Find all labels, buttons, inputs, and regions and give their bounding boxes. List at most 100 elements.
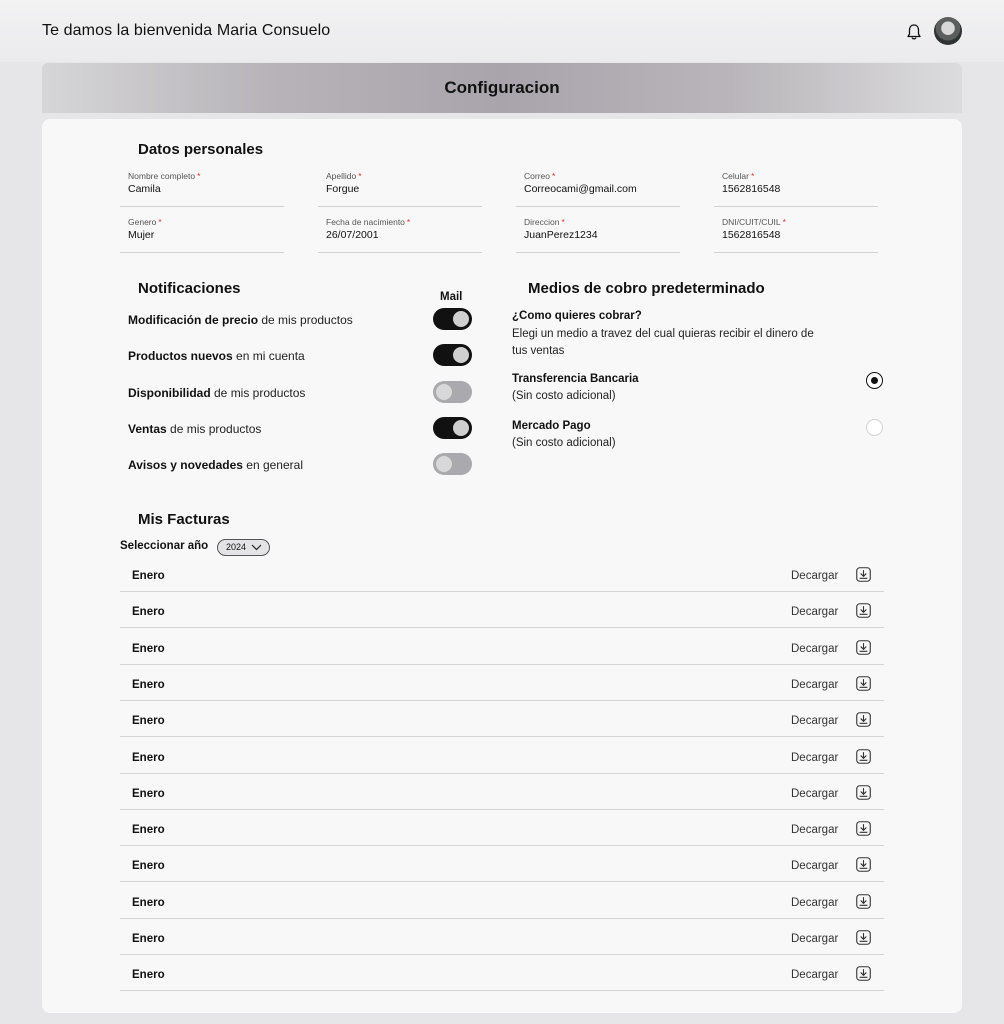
download-link[interactable]: Decargar — [791, 860, 838, 872]
field-label: Direccion * — [524, 217, 565, 227]
payment-title: Medios de cobro predeterminado — [528, 280, 765, 297]
year-value: 2024 — [226, 542, 247, 552]
field-input[interactable] — [128, 183, 278, 195]
payment-question: ¿Como quieres cobrar? — [512, 310, 642, 322]
download-icon[interactable] — [856, 567, 871, 582]
payment-option-cost: (Sin costo adicional) — [512, 437, 616, 449]
invoice-row: Enero Decargar — [120, 810, 884, 847]
year-select[interactable]: 2024 — [217, 539, 270, 556]
notification-label: Productos nuevos en mi cuenta — [128, 349, 305, 364]
invoice-row: Enero Decargar — [120, 629, 884, 665]
field-input[interactable] — [524, 183, 674, 195]
download-link[interactable]: Decargar — [791, 606, 838, 618]
invoice-row: Enero Decargar — [120, 919, 884, 955]
invoice-month: Enero — [132, 860, 165, 873]
invoice-row: Enero Decargar — [120, 665, 884, 701]
field-input[interactable] — [722, 229, 872, 241]
welcome-message: Te damos la bienvenida Maria Consuelo — [42, 22, 331, 39]
notification-label: Ventas de mis productos — [128, 421, 262, 436]
download-icon[interactable] — [856, 748, 871, 764]
download-icon[interactable] — [856, 893, 871, 909]
gender-field[interactable]: Genero * — [120, 217, 284, 253]
download-icon[interactable] — [856, 784, 871, 800]
download-link[interactable]: Decargar — [791, 752, 838, 764]
invoice-month: Enero — [132, 715, 165, 728]
download-link[interactable]: Decargar — [791, 824, 838, 836]
download-link[interactable]: Decargar — [791, 715, 838, 727]
download-icon[interactable] — [856, 603, 871, 619]
phone-field[interactable]: Celular * — [714, 171, 878, 207]
download-icon[interactable] — [856, 966, 871, 982]
invoice-month: Enero — [132, 933, 165, 945]
invoice-month: Enero — [132, 787, 165, 800]
id-number-field[interactable]: DNI/CUIT/CUIL * — [714, 217, 878, 253]
download-link[interactable]: Decargar — [791, 643, 838, 655]
field-label: Nombre completo * — [128, 171, 201, 181]
invoice-month: Enero — [132, 896, 165, 909]
field-input[interactable] — [128, 229, 278, 241]
invoice-month: Enero — [132, 969, 165, 982]
chevron-down-icon — [251, 544, 262, 551]
notification-toggle[interactable] — [433, 416, 472, 439]
download-link[interactable]: Decargar — [791, 788, 838, 800]
toggle-knob — [436, 456, 452, 473]
notification-toggle[interactable] — [433, 453, 472, 476]
download-link[interactable]: Decargar — [791, 969, 838, 981]
invoice-row: Enero Decargar — [120, 955, 884, 992]
invoice-row: Enero Decargar — [120, 883, 884, 919]
payment-option-radio[interactable] — [866, 419, 883, 436]
address-field[interactable]: Direccion * — [516, 217, 680, 253]
notification-toggle[interactable] — [433, 380, 472, 403]
payment-option-name: Mercado Pago — [512, 420, 591, 432]
toggle-knob — [453, 311, 469, 327]
notification-toggle[interactable] — [433, 344, 472, 367]
user-avatar[interactable] — [934, 17, 962, 45]
download-icon[interactable] — [856, 676, 871, 691]
download-link[interactable]: Decargar — [791, 679, 838, 691]
field-label: Correo * — [524, 171, 556, 181]
field-input[interactable] — [326, 183, 476, 195]
notification-label: Avisos y novedades en general — [128, 458, 303, 473]
invoice-month: Enero — [132, 606, 165, 619]
notification-toggle[interactable] — [433, 308, 472, 330]
mail-column-label: Mail — [440, 291, 463, 303]
payment-option-name: Transferencia Bancaria — [512, 373, 639, 385]
last-name-field[interactable]: Apellido * — [318, 171, 482, 207]
year-label: Seleccionar año — [120, 540, 209, 552]
notification-label: Disponibilidad de mis productos — [128, 385, 306, 400]
invoice-month: Enero — [132, 751, 165, 764]
field-label: Genero * — [128, 217, 162, 227]
field-label: Fecha de nacimiento * — [326, 217, 411, 227]
download-icon[interactable] — [856, 857, 871, 873]
invoice-row: Enero Decargar — [120, 592, 884, 629]
radio-dot — [870, 376, 878, 384]
invoice-month: Enero — [132, 570, 165, 582]
payment-option-cost: (Sin costo adicional) — [512, 390, 616, 402]
payment-description: Elegi un medio a travez del cual quieras… — [512, 328, 814, 357]
invoice-month: Enero — [132, 824, 165, 837]
invoice-row: Enero Decargar — [120, 701, 884, 738]
top-bar: Te damos la bienvenida Maria Consuelo — [0, 0, 1004, 62]
page-title: Configuracion — [444, 78, 560, 97]
payment-option-radio[interactable] — [866, 372, 883, 389]
download-icon[interactable] — [856, 639, 871, 655]
download-icon[interactable] — [856, 712, 871, 727]
settings-card: Datos personales Nombre completo* Apellid… — [42, 119, 962, 1013]
field-input[interactable] — [722, 183, 872, 195]
birth-date-field[interactable]: Fecha de nacimiento * — [318, 217, 482, 253]
download-link[interactable]: Decargar — [791, 570, 838, 582]
email-field[interactable]: Correo * — [516, 171, 680, 207]
download-link[interactable]: Decargar — [791, 897, 838, 909]
download-icon[interactable] — [856, 930, 871, 945]
full-name-field[interactable]: Nombre completo * — [120, 171, 284, 207]
field-input[interactable] — [326, 229, 476, 241]
download-icon[interactable] — [856, 821, 871, 836]
notification-label: Modificación de precio de mis productos — [128, 313, 353, 327]
download-link[interactable]: Decargar — [791, 933, 838, 945]
field-label: DNI/CUIT/CUIL * — [722, 217, 786, 227]
field-input[interactable] — [524, 229, 674, 241]
personal-data-title: Datos personales — [138, 141, 264, 158]
invoice-row: Enero Decargar — [120, 556, 884, 592]
invoice-row: Enero Decargar — [120, 846, 884, 883]
bell-icon[interactable] — [906, 23, 922, 41]
